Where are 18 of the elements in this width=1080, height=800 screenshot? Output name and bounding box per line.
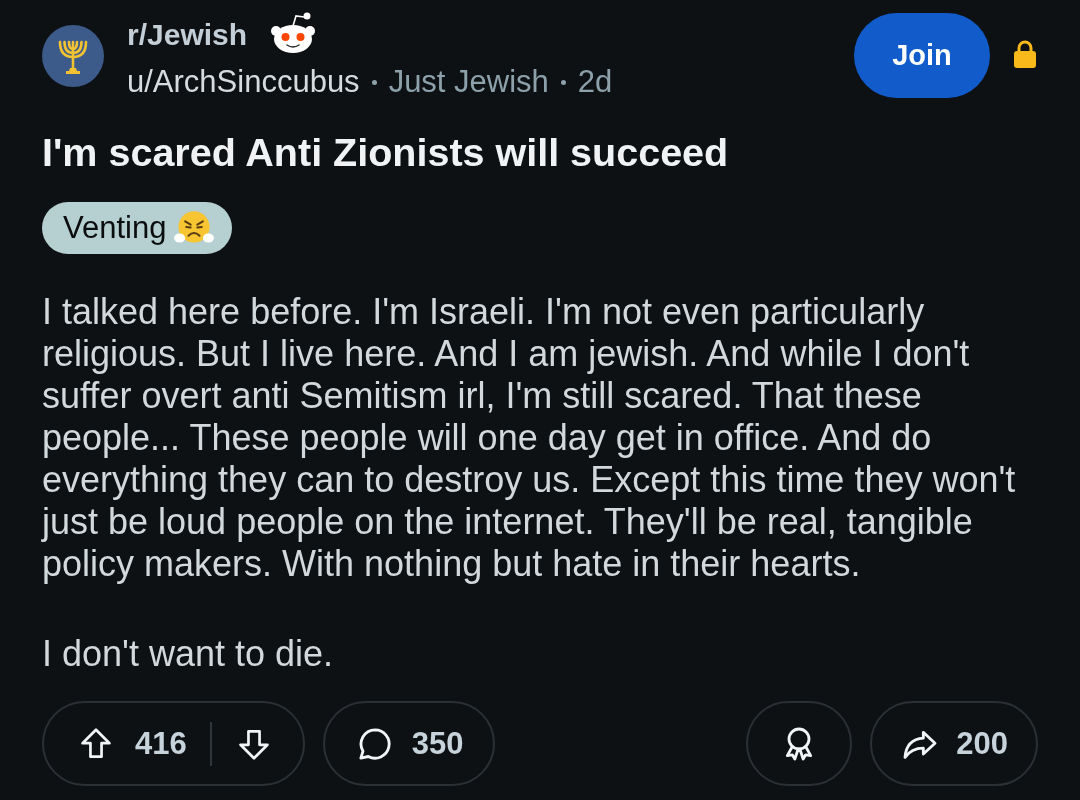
share-button[interactable]: 200 xyxy=(870,701,1038,786)
flair-label: Venting xyxy=(63,210,167,246)
post-age-text: 2d xyxy=(577,64,613,100)
mascot-head-icon xyxy=(269,12,318,54)
community-name-link[interactable]: r/Jewish xyxy=(127,18,248,52)
lock-icon xyxy=(1012,39,1038,69)
author-link[interactable]: u/ArchSinccubus xyxy=(127,64,360,100)
post-body-paragraph: I talked here before. I'm Israeli. I'm not even particularly religious. But I live here. And I am jewish. And while I don't suffer overt anti Semitism irl, I'm still scared. That these people... These people will one day get in office. And do everything they can to destroy us. Except this time they won't just be loud people on the internet. They'll be real, tangible policy makers. With nothing but hate in their hearts. xyxy=(42,291,1017,585)
separator-dot-icon xyxy=(560,79,566,85)
post-title: I'm scared Anti Zionists will succeed xyxy=(42,129,730,175)
separator-dot-icon xyxy=(371,79,377,85)
menorah-icon xyxy=(42,25,104,87)
vote-count: 416 xyxy=(135,725,187,762)
post-body-paragraph: I don't want to die. xyxy=(42,633,335,675)
author-flair-text: Just Jewish xyxy=(388,64,549,100)
comments-button[interactable]: 350 xyxy=(322,701,496,786)
join-button[interactable]: Join xyxy=(854,13,990,98)
award-button[interactable] xyxy=(746,701,853,786)
